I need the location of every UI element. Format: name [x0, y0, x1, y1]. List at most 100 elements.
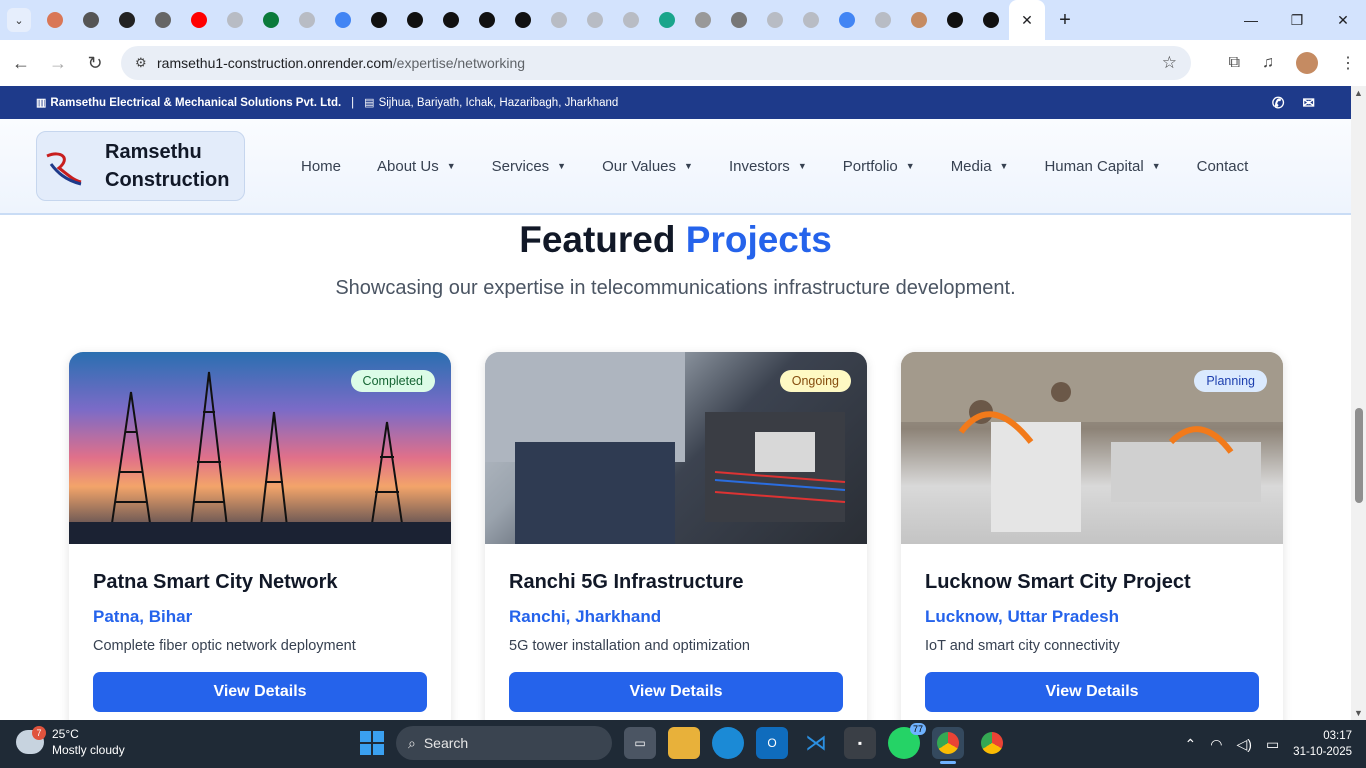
scroll-down-icon[interactable]: ▼	[1354, 708, 1363, 718]
minimize-icon[interactable]: —	[1228, 0, 1274, 40]
browser-tab[interactable]	[505, 0, 541, 40]
clock[interactable]: 03:17 31-10-2025	[1293, 728, 1352, 760]
nav-item-about-us[interactable]: About Us ▼	[359, 158, 474, 175]
reload-icon[interactable]: ↻	[79, 47, 111, 79]
browser-tab[interactable]	[181, 0, 217, 40]
browser-tab[interactable]	[829, 0, 865, 40]
taskbar-apps: ⌕ Search ▭ O ⋊ ▪ 77	[360, 723, 1008, 764]
browser-tab[interactable]	[757, 0, 793, 40]
profile-avatar[interactable]	[1296, 52, 1318, 74]
browser-tab[interactable]	[289, 0, 325, 40]
nav-item-media[interactable]: Media ▼	[933, 158, 1027, 175]
browser-tab[interactable]	[901, 0, 937, 40]
wifi-icon[interactable]: ◠	[1210, 736, 1222, 753]
extensions-icon[interactable]: ⧉	[1229, 54, 1240, 72]
browser-tab[interactable]	[73, 0, 109, 40]
browser-tab[interactable]	[721, 0, 757, 40]
browser-tab[interactable]	[469, 0, 505, 40]
browser-tab[interactable]	[649, 0, 685, 40]
whatsapp-badge: 77	[909, 723, 926, 735]
forward-icon[interactable]: →	[42, 47, 74, 79]
browser-tab[interactable]	[577, 0, 613, 40]
link-favicon-icon	[479, 12, 495, 28]
browser-tab[interactable]	[253, 0, 289, 40]
back-icon[interactable]: ←	[5, 47, 37, 79]
taskbar-search[interactable]: ⌕ Search	[396, 726, 612, 760]
nav-item-home[interactable]: Home	[283, 158, 359, 175]
nav-item-portfolio[interactable]: Portfolio ▼	[825, 158, 933, 175]
view-details-button[interactable]: View Details	[925, 672, 1259, 712]
close-tab-icon[interactable]: ✕	[1021, 12, 1033, 29]
browser-tab[interactable]	[793, 0, 829, 40]
url-text[interactable]: ramsethu1-construction.onrender.com/expe…	[157, 55, 525, 71]
project-image-technician: Ongoing	[485, 352, 867, 544]
brand-logo-card[interactable]: Ramsethu Construction	[36, 131, 245, 201]
nav-item-contact[interactable]: Contact	[1179, 158, 1267, 175]
weather-widget[interactable]: 7 25°C Mostly cloudy	[16, 726, 125, 758]
vscode-icon[interactable]: ⋊	[800, 727, 832, 759]
browser-tab[interactable]	[361, 0, 397, 40]
browser-tab[interactable]	[37, 0, 73, 40]
nav-item-human-capital[interactable]: Human Capital ▼	[1026, 158, 1178, 175]
phone-icon[interactable]: ✆	[1272, 94, 1285, 112]
edge-icon[interactable]	[712, 727, 744, 759]
scroll-up-icon[interactable]: ▲	[1354, 88, 1363, 98]
media-control-icon[interactable]: ♫	[1262, 54, 1274, 72]
browser-tab[interactable]	[541, 0, 577, 40]
battery-icon[interactable]: ▭	[1266, 736, 1279, 753]
file-explorer-icon[interactable]	[668, 727, 700, 759]
address-bar[interactable]: ⚙ ramsethu1-construction.onrender.com/ex…	[121, 46, 1191, 80]
scrollbar-thumb[interactable]	[1355, 408, 1363, 503]
browser-tab[interactable]	[937, 0, 973, 40]
chevron-down-icon: ▼	[797, 161, 807, 171]
project-description: 5G tower installation and optimization	[509, 638, 750, 654]
mail-icon[interactable]: ✉	[1302, 94, 1315, 112]
nav-item-label: About Us	[377, 157, 439, 175]
nav-item-services[interactable]: Services ▼	[474, 158, 584, 175]
tab-favicon-icon	[227, 12, 243, 28]
browser-tab[interactable]	[865, 0, 901, 40]
search-icon: ⌕	[408, 734, 416, 751]
active-browser-tab[interactable]: ✕	[1009, 0, 1045, 40]
nav-item-investors[interactable]: Investors ▼	[711, 158, 825, 175]
browser-tab[interactable]	[613, 0, 649, 40]
outlook-icon[interactable]: O	[756, 727, 788, 759]
task-view-icon[interactable]: ▭	[624, 727, 656, 759]
github-favicon-icon	[983, 12, 999, 28]
browser-tab[interactable]	[397, 0, 433, 40]
status-badge: Completed	[350, 370, 435, 392]
toolbar-right: ⧉ ♫ ⋮	[1229, 52, 1356, 74]
terminal-app-icon[interactable]: ▪	[844, 727, 876, 759]
window-controls: — ❐ ✕	[1228, 0, 1366, 40]
browser-tab[interactable]	[685, 0, 721, 40]
menu-kebab-icon[interactable]: ⋮	[1340, 53, 1356, 73]
project-title: Patna Smart City Network	[93, 571, 338, 593]
chrome-icon[interactable]	[932, 727, 964, 764]
browser-tab[interactable]	[433, 0, 469, 40]
browser-tab[interactable]	[109, 0, 145, 40]
browser-tab[interactable]	[145, 0, 181, 40]
view-details-button[interactable]: View Details	[93, 672, 427, 712]
whatsapp-icon[interactable]: 77	[888, 723, 926, 759]
tab-search-dropdown[interactable]: ⌄	[7, 8, 31, 32]
project-location: Patna, Bihar	[93, 607, 193, 626]
chevron-up-icon[interactable]: ⌃	[1185, 736, 1197, 753]
project-description: IoT and smart city connectivity	[925, 638, 1120, 654]
page-scrollbar[interactable]: ▲ ▼	[1351, 86, 1366, 720]
start-windows-icon[interactable]	[360, 731, 384, 755]
github-favicon-icon	[947, 12, 963, 28]
maximize-icon[interactable]: ❐	[1274, 0, 1320, 40]
site-info-icon[interactable]: ⚙	[135, 55, 153, 71]
chrome-profile-icon[interactable]	[976, 727, 1008, 759]
browser-tab[interactable]	[217, 0, 253, 40]
nav-item-our-values[interactable]: Our Values ▼	[584, 158, 711, 175]
project-image-control-room: Planning	[901, 352, 1283, 544]
bookmark-star-icon[interactable]: ☆	[1162, 53, 1177, 73]
close-window-icon[interactable]: ✕	[1320, 0, 1366, 40]
status-badge: Ongoing	[779, 370, 851, 392]
new-tab-button[interactable]: +	[1051, 6, 1079, 34]
browser-tab[interactable]	[325, 0, 361, 40]
browser-tab[interactable]	[973, 0, 1009, 40]
view-details-button[interactable]: View Details	[509, 672, 843, 712]
volume-icon[interactable]: ◁)	[1237, 736, 1252, 753]
